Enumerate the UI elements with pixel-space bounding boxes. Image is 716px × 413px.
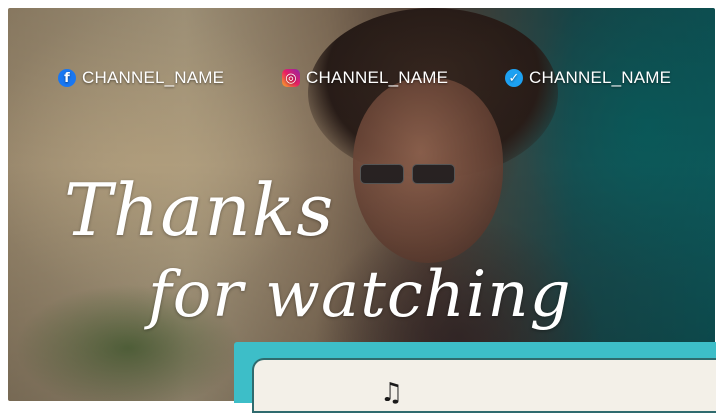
thanks-heading: Thanks <box>64 168 335 252</box>
panel-card: ♫ <box>252 358 716 413</box>
social-link-twitter[interactable]: ✓ CHANNEL_NAME <box>505 68 671 88</box>
facebook-icon: f <box>58 69 76 87</box>
twitter-channel-name: CHANNEL_NAME <box>529 68 672 87</box>
twitter-icon: ✓ <box>505 69 523 87</box>
social-link-facebook[interactable]: f CHANNEL_NAME <box>58 68 224 88</box>
social-link-instagram[interactable]: ◎ CHANNEL_NAME <box>282 68 448 88</box>
instagram-icon: ◎ <box>282 69 300 87</box>
instagram-channel-name: CHANNEL_NAME <box>306 68 449 87</box>
for-watching-heading: for watching <box>148 258 572 332</box>
end-screen-panel[interactable]: ♫ <box>234 342 716 413</box>
social-links-row: f CHANNEL_NAME ◎ CHANNEL_NAME ✓ CHANNEL_… <box>0 68 716 92</box>
music-note-icon: ♫ <box>380 378 404 408</box>
facebook-channel-name: CHANNEL_NAME <box>82 68 225 87</box>
